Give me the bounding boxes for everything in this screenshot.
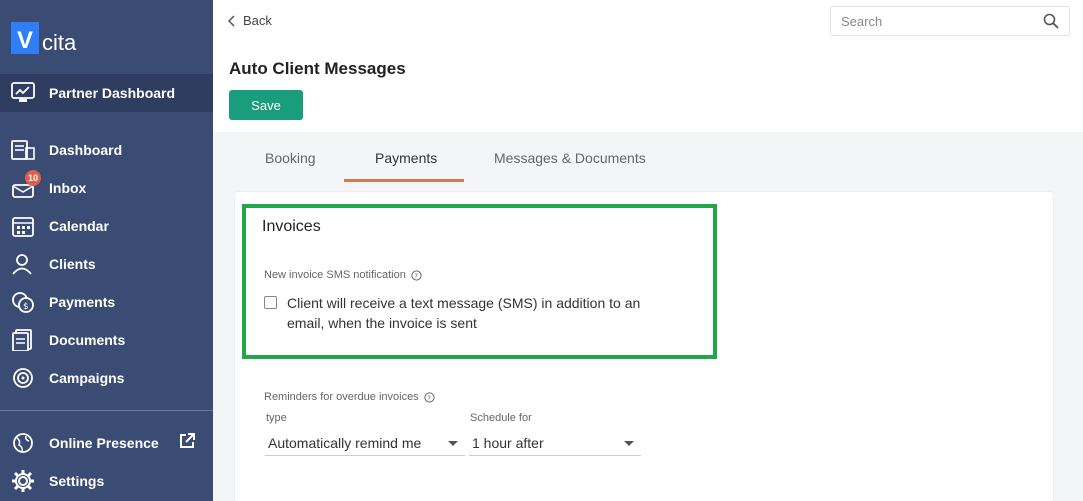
sidebar-item-calendar[interactable]: Calendar <box>0 209 213 243</box>
schedule-label: Schedule for <box>470 412 532 424</box>
tab-messages-documents[interactable]: Messages & Documents <box>494 150 646 166</box>
sidebar-item-dashboard[interactable]: Dashboard <box>0 133 213 167</box>
payments-icon: $ <box>10 290 36 314</box>
documents-icon <box>10 328 36 352</box>
tab-payments[interactable]: Payments <box>375 150 437 166</box>
dashboard-icon <box>10 138 36 162</box>
search-icon[interactable] <box>1043 13 1059 34</box>
page-title: Auto Client Messages <box>229 59 406 78</box>
globe-icon <box>10 431 36 455</box>
calendar-icon <box>10 214 36 238</box>
invoices-title: Invoices <box>262 218 321 235</box>
chevron-left-icon <box>228 14 235 27</box>
sms-checkbox-label[interactable]: Client will receive a text message (SMS)… <box>287 293 657 333</box>
sidebar-item-payments[interactable]: $ Payments <box>0 285 213 319</box>
top-bar: Back <box>213 0 1083 44</box>
reminders-label: Reminders for overdue invoices ? <box>264 391 435 403</box>
external-link-icon[interactable] <box>178 432 196 455</box>
sidebar-divider <box>0 410 213 411</box>
schedule-select[interactable]: 1 hour after <box>469 431 641 456</box>
logo-text: cita <box>42 30 77 55</box>
sidebar: V cita Partner Dashboard Dashboard 10 In… <box>0 0 213 501</box>
inbox-icon: 10 <box>10 170 41 200</box>
svg-text:?: ? <box>427 394 431 402</box>
search-box[interactable] <box>830 6 1070 36</box>
svg-text:?: ? <box>414 272 418 280</box>
sidebar-item-online-presence[interactable]: Online Presence <box>0 426 213 460</box>
campaigns-icon <box>10 366 36 390</box>
sms-notification-label: New invoice SMS notification ? <box>264 269 422 281</box>
logo-mark: V <box>11 22 39 54</box>
save-button[interactable]: Save <box>229 90 303 120</box>
partner-dashboard-icon <box>10 81 36 105</box>
gear-icon <box>10 469 36 493</box>
clients-icon <box>10 252 36 276</box>
sidebar-item-partner-dashboard[interactable]: Partner Dashboard <box>0 74 213 112</box>
type-label: type <box>266 412 287 424</box>
tab-booking[interactable]: Booking <box>265 150 316 166</box>
chevron-down-icon <box>624 441 634 446</box>
vcita-logo[interactable]: V cita <box>11 20 76 56</box>
sidebar-item-clients[interactable]: Clients <box>0 247 213 281</box>
active-tab-underline <box>344 179 464 182</box>
sidebar-item-inbox[interactable]: 10 Inbox <box>0 170 213 205</box>
page-header: Auto Client Messages Save <box>213 44 1083 132</box>
sms-checkbox[interactable] <box>264 296 277 309</box>
help-icon[interactable]: ? <box>411 269 422 281</box>
sidebar-item-documents[interactable]: Documents <box>0 323 213 357</box>
sidebar-item-settings[interactable]: Settings <box>0 464 213 498</box>
inbox-badge: 10 <box>25 170 41 186</box>
help-icon[interactable]: ? <box>424 391 435 403</box>
sidebar-item-campaigns[interactable]: Campaigns <box>0 361 213 395</box>
svg-text:$: $ <box>23 302 29 312</box>
back-button[interactable]: Back <box>228 13 272 28</box>
chevron-down-icon <box>448 441 458 446</box>
search-input[interactable] <box>831 7 1031 35</box>
reminder-type-select[interactable]: Automatically remind me <box>265 431 465 456</box>
